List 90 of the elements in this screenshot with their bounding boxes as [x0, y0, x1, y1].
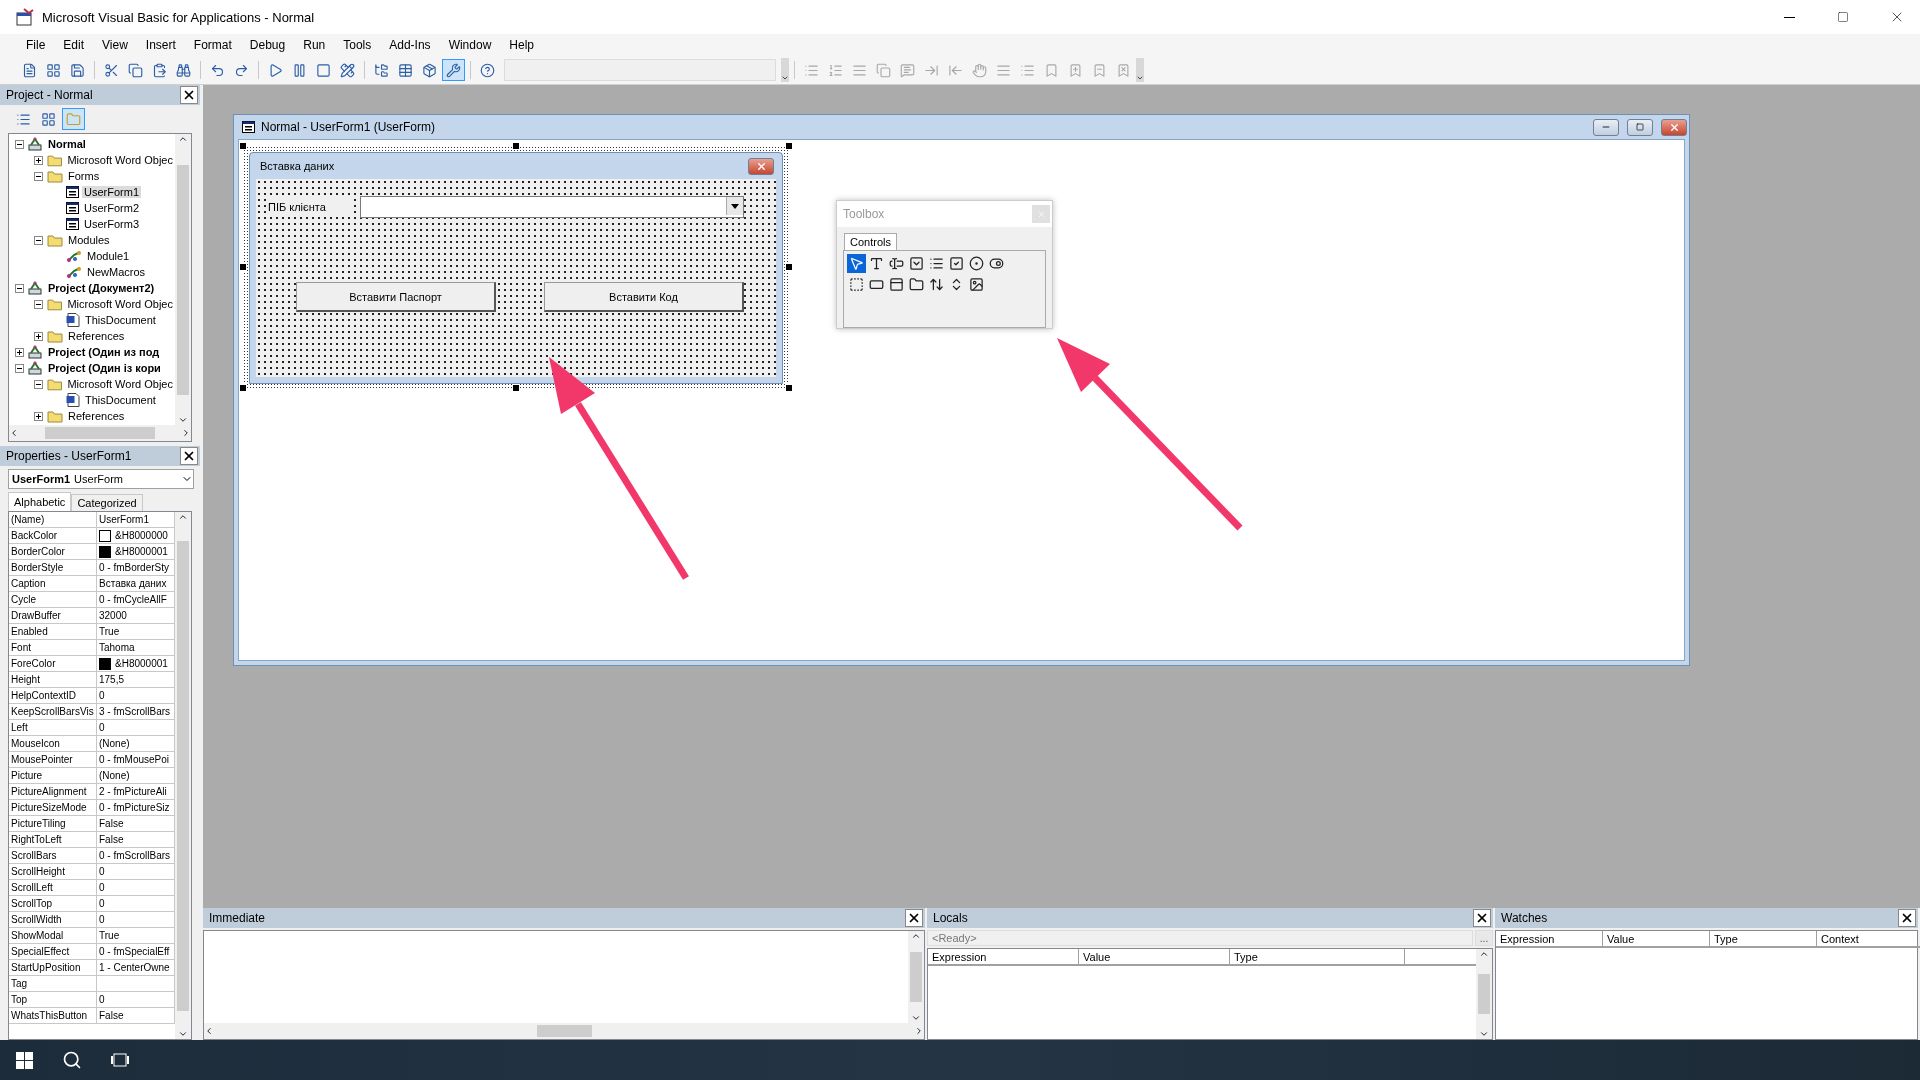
property-name: HelpContextID: [9, 688, 97, 704]
menu-item[interactable]: Format: [185, 36, 240, 54]
property-name: Font: [9, 640, 97, 656]
property-name: Height: [9, 672, 97, 688]
form-button[interactable]: Вставити Паспорт: [296, 282, 496, 312]
tree-item[interactable]: Forms: [66, 170, 102, 182]
object-dropdown[interactable]: UserForm1 UserForm: [8, 469, 194, 489]
column-header[interactable]: Expression: [1496, 931, 1603, 946]
menu-item[interactable]: Debug: [241, 36, 294, 54]
pane-title: Project - Normal: [6, 88, 93, 102]
context-field: <Ready>: [927, 930, 1473, 946]
menu-item[interactable]: Insert: [137, 36, 184, 54]
designer-title: Normal - UserForm1 (UserForm): [261, 120, 436, 134]
property-name: Picture: [9, 768, 97, 784]
tree-item[interactable]: UserForm1: [82, 186, 141, 198]
tree-item[interactable]: Microsoft Word Objec: [65, 298, 175, 310]
column-header[interactable]: Type: [1710, 931, 1817, 946]
property-name: PictureSizeMode: [9, 800, 97, 816]
property-name: ShowModal: [9, 928, 97, 944]
property-name: Top: [9, 992, 97, 1008]
tree-item[interactable]: Project (Один із кори: [46, 362, 163, 374]
property-name: BorderStyle: [9, 560, 97, 576]
property-name: BackColor: [9, 528, 97, 544]
menu-item[interactable]: Run: [295, 36, 334, 54]
property-name: MousePointer: [9, 752, 97, 768]
property-name: RightToLeft: [9, 832, 97, 848]
tree-item[interactable]: UserForm2: [82, 202, 141, 214]
property-name: Tag: [9, 976, 97, 992]
property-name: Cycle: [9, 592, 97, 608]
window-title: Microsoft Visual Basic for Applications - Normal: [42, 9, 316, 25]
tab[interactable]: Categorized: [71, 494, 143, 511]
property-name: ScrollBars: [9, 848, 97, 864]
property-name: Enabled: [9, 624, 97, 640]
tree-item[interactable]: Modules: [66, 234, 112, 246]
tree-item[interactable]: ThisDocument: [83, 314, 158, 326]
property-name: DrawBuffer: [9, 608, 97, 624]
object-name: UserForm1: [12, 473, 71, 485]
tab[interactable]: Alphabetic: [8, 492, 72, 511]
property-name: ForeColor: [9, 656, 97, 672]
tab[interactable]: Controls: [844, 233, 897, 250]
menu-item[interactable]: Tools: [335, 36, 380, 54]
column-header[interactable]: Context: [1817, 931, 1920, 946]
form-caption: Вставка даних: [260, 160, 335, 172]
property-name: KeepScrollBarsVis: [9, 704, 97, 720]
column-header[interactable]: Type: [1230, 949, 1405, 964]
property-value[interactable]: &H8000001: [97, 544, 175, 560]
more-button[interactable]: ...: [1475, 930, 1493, 946]
menu-item[interactable]: Help: [501, 36, 542, 54]
tree-item[interactable]: Project (Один из под: [46, 346, 162, 358]
property-name: ScrollLeft: [9, 880, 97, 896]
property-name: Caption: [9, 576, 97, 592]
property-name: Left: [9, 720, 97, 736]
property-name: SpecialEffect: [9, 944, 97, 960]
pane-title: Watches: [1501, 911, 1548, 925]
property-name: PictureTiling: [9, 816, 97, 832]
object-type: UserForm: [74, 473, 124, 485]
toolbox-title: Toolbox: [843, 207, 885, 221]
property-name: MouseIcon: [9, 736, 97, 752]
column-header[interactable]: Value: [1079, 949, 1230, 964]
tree-item[interactable]: Microsoft Word Objec: [65, 154, 175, 166]
tree-item[interactable]: Module1: [85, 250, 132, 262]
menu-item[interactable]: Window: [440, 36, 500, 54]
tree-item[interactable]: NewMacros: [85, 266, 148, 278]
menu-item[interactable]: Edit: [55, 36, 93, 54]
property-name: ScrollWidth: [9, 912, 97, 928]
property-name: PictureAlignment: [9, 784, 97, 800]
column-header[interactable]: Expression: [928, 949, 1079, 964]
column-header[interactable]: Value: [1603, 931, 1710, 946]
menu-item[interactable]: View: [94, 36, 136, 54]
pane-title: Properties - UserForm1: [6, 449, 132, 463]
property-value[interactable]: &H8000000: [97, 528, 175, 544]
property-name: (Name): [9, 512, 97, 528]
tree-item[interactable]: References: [66, 410, 127, 422]
property-name: ScrollHeight: [9, 864, 97, 880]
property-value[interactable]: &H8000001: [97, 656, 175, 672]
pane-title: Locals: [933, 911, 968, 925]
property-name: WhatsThisButton: [9, 1008, 97, 1024]
pane-title: Immediate: [209, 911, 266, 925]
tree-item[interactable]: Microsoft Word Objec: [65, 378, 175, 390]
tree-item[interactable]: References: [66, 330, 127, 342]
menu-item[interactable]: File: [18, 36, 54, 54]
tree-item[interactable]: Project (Документ2): [46, 282, 157, 294]
property-name: ScrollTop: [9, 896, 97, 912]
tree-item[interactable]: UserForm3: [82, 218, 141, 230]
tree-item[interactable]: Normal: [46, 138, 88, 150]
property-name: BorderColor: [9, 544, 97, 560]
form-button[interactable]: Вставити Код: [544, 282, 744, 312]
menu-item[interactable]: Add-Ins: [381, 36, 439, 54]
property-name: StartUpPosition: [9, 960, 97, 976]
tree-item[interactable]: ThisDocument: [83, 394, 158, 406]
